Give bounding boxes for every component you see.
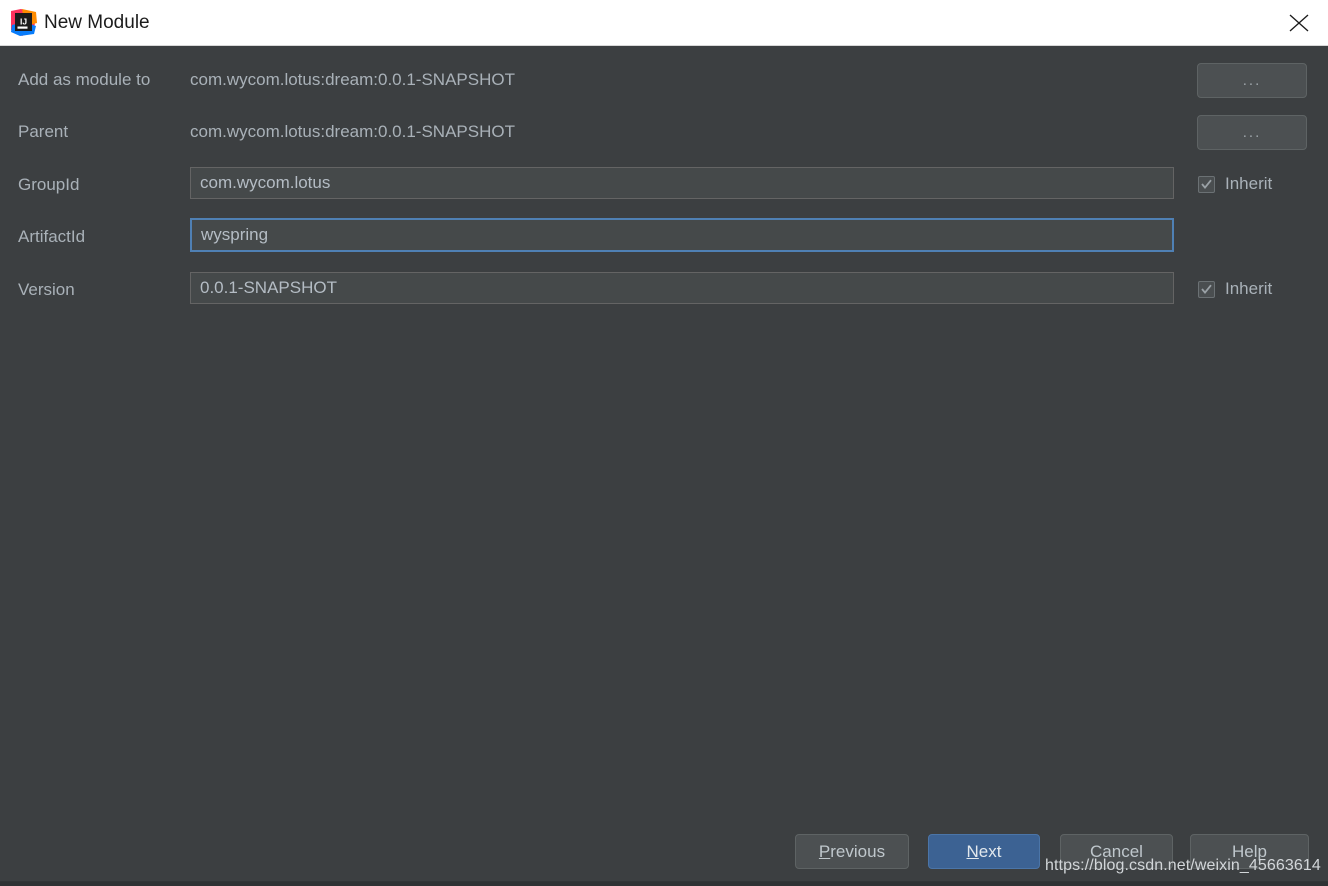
browse-button-add-as-module-to[interactable]: ... bbox=[1197, 63, 1307, 98]
previous-button[interactable]: Previous bbox=[795, 834, 909, 869]
inherit-checkbox-groupid[interactable]: Inherit bbox=[1198, 171, 1272, 197]
inherit-label-version: Inherit bbox=[1225, 279, 1273, 298]
checkmark-icon bbox=[1198, 175, 1215, 193]
next-label-rest: ext bbox=[978, 842, 1002, 861]
previous-mnemonic: P bbox=[818, 842, 831, 861]
new-module-dialog: IJ New Module Add as module to com.wycom… bbox=[0, 0, 1328, 886]
intellij-idea-logo-icon: IJ bbox=[10, 9, 37, 36]
inherit-checkbox-version[interactable]: Inherit bbox=[1198, 276, 1272, 302]
svg-text:IJ: IJ bbox=[20, 17, 27, 27]
dialog-bottom-edge bbox=[0, 881, 1328, 886]
browse-button-parent[interactable]: ... bbox=[1197, 115, 1307, 150]
label-version: Version bbox=[18, 280, 75, 299]
checkmark-icon bbox=[1198, 280, 1215, 298]
label-groupid: GroupId bbox=[18, 175, 80, 194]
groupid-input[interactable] bbox=[190, 167, 1174, 199]
field-row-version: Version Inherit bbox=[0, 270, 1328, 310]
label-add-as-module-to: Add as module to bbox=[18, 70, 151, 89]
label-artifactid: ArtifactId bbox=[18, 227, 86, 246]
dialog-content: Add as module to com.wycom.lotus:dream:0… bbox=[0, 46, 1328, 886]
close-icon[interactable] bbox=[1270, 0, 1328, 45]
artifactid-input[interactable] bbox=[190, 218, 1174, 252]
value-add-as-module-to: com.wycom.lotus:dream:0.0.1-SNAPSHOT bbox=[190, 70, 515, 89]
value-parent: com.wycom.lotus:dream:0.0.1-SNAPSHOT bbox=[190, 122, 515, 141]
label-parent: Parent bbox=[18, 122, 69, 141]
inherit-label-groupid: Inherit bbox=[1225, 174, 1273, 193]
previous-label-rest: revious bbox=[830, 842, 886, 861]
dialog-titlebar: IJ New Module bbox=[0, 0, 1328, 46]
field-row-add-as-module-to: Add as module to com.wycom.lotus:dream:0… bbox=[0, 60, 1328, 100]
next-mnemonic: N bbox=[966, 842, 979, 861]
field-row-parent: Parent com.wycom.lotus:dream:0.0.1-SNAPS… bbox=[0, 112, 1328, 152]
next-button[interactable]: Next bbox=[928, 834, 1040, 869]
version-input[interactable] bbox=[190, 272, 1174, 304]
dialog-title: New Module bbox=[44, 12, 150, 33]
field-row-artifactid: ArtifactId bbox=[0, 217, 1328, 257]
watermark-text: https://blog.csdn.net/weixin_45663614 bbox=[1045, 857, 1321, 874]
field-row-groupid: GroupId Inherit bbox=[0, 165, 1328, 205]
